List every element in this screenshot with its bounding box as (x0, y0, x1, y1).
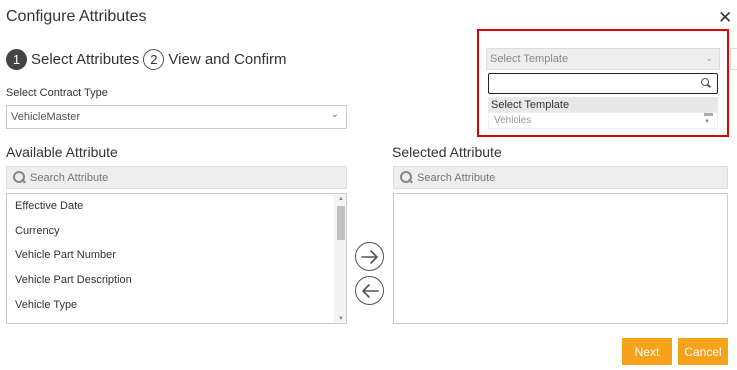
selected-search-box (393, 166, 728, 189)
template-scrollbar[interactable]: ▼ (702, 113, 714, 128)
step-indicator: 1 Select Attributes 2 View and Confirm (6, 49, 291, 70)
available-attribute-list[interactable]: Effective Date Currency Vehicle Part Num… (6, 193, 347, 324)
scrollbar-thumb[interactable] (704, 113, 713, 116)
template-select-edge (730, 48, 737, 70)
available-search-box (6, 166, 347, 189)
available-search-input[interactable] (30, 171, 310, 184)
template-select-value: Select Template (490, 53, 569, 65)
step-1-label: Select Attributes (31, 51, 140, 68)
search-icon (400, 171, 413, 184)
step-2-label: View and Confirm (168, 51, 287, 68)
list-item[interactable]: Currency (7, 219, 346, 244)
scrollbar-thumb[interactable] (337, 206, 345, 240)
selected-attribute-heading: Selected Attribute (392, 144, 502, 160)
list-item[interactable]: Vehicle Type (7, 292, 346, 317)
move-right-button[interactable] (355, 242, 384, 271)
step-1-badge: 1 (6, 49, 27, 70)
step-2-badge: 2 (143, 49, 165, 70)
arrow-left-icon (361, 283, 379, 298)
selected-attribute-list[interactable] (393, 193, 728, 324)
template-option-vehicles[interactable]: Vehicles (488, 112, 718, 129)
scroll-down-icon[interactable]: ▼ (338, 316, 344, 322)
template-option-select[interactable]: Select Template (488, 97, 718, 112)
list-item[interactable]: Vehicle Part Number (7, 243, 346, 268)
dialog-title: Configure Attributes (6, 8, 147, 25)
selected-search-input[interactable] (417, 171, 697, 184)
list-item[interactable]: Vehicle Part Description (7, 268, 346, 293)
move-left-button[interactable] (355, 276, 384, 305)
next-button[interactable]: Next (622, 338, 672, 365)
scroll-down-icon[interactable]: ▼ (704, 119, 710, 125)
arrow-right-icon (360, 249, 378, 264)
chevron-down-icon: ⌄ (705, 53, 713, 63)
search-icon (13, 171, 26, 184)
contract-type-select[interactable]: VehicleMaster ⌄ (6, 105, 347, 129)
scroll-up-icon[interactable]: ▲ (338, 196, 344, 202)
template-select[interactable]: Select Template ⌄ (486, 48, 720, 70)
contract-type-label: Select Contract Type (6, 87, 108, 99)
cancel-button[interactable]: Cancel (678, 338, 728, 365)
chevron-down-icon: ⌄ (330, 109, 339, 120)
list-scrollbar[interactable]: ▲ ▼ (334, 194, 346, 323)
search-icon (701, 78, 711, 88)
contract-type-value: VehicleMaster (11, 111, 81, 123)
template-search-input[interactable] (488, 73, 718, 94)
list-item[interactable]: Effective Date (7, 194, 346, 219)
close-icon[interactable]: ✕ (718, 8, 732, 28)
available-attribute-heading: Available Attribute (6, 144, 118, 160)
